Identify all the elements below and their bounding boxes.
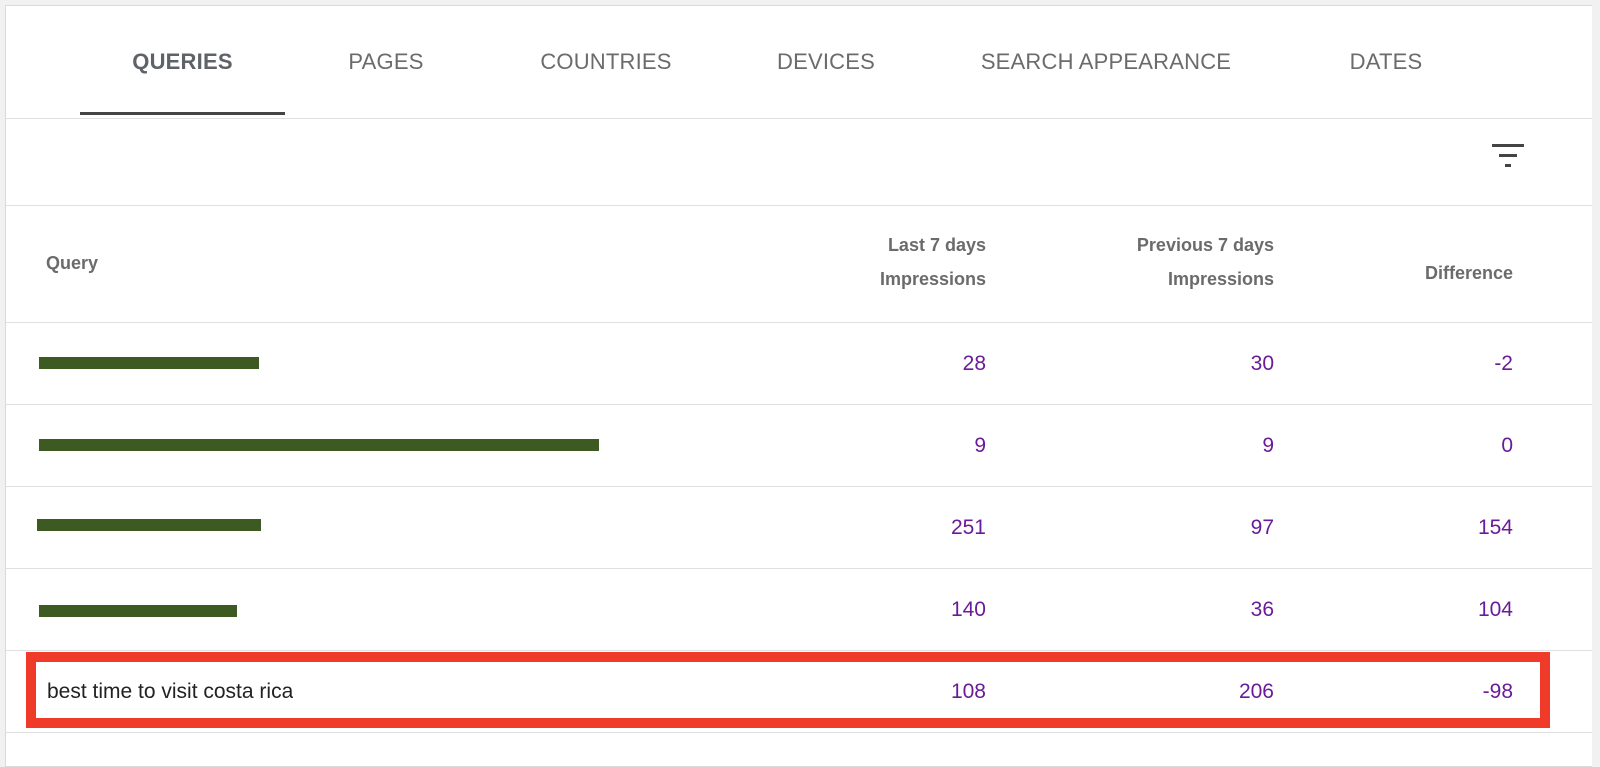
prev7-impressions-cell: 30	[1250, 352, 1274, 375]
redaction-bar	[39, 439, 599, 451]
prev7-impressions-cell: 97	[1250, 516, 1274, 539]
active-tab-indicator	[80, 112, 285, 115]
tab-queries[interactable]: QUERIES	[80, 6, 285, 118]
redaction-bar	[37, 519, 261, 531]
table-row[interactable]: 140 36 104	[6, 569, 1592, 651]
tab-pages[interactable]: PAGES	[306, 6, 466, 118]
difference-cell: 0	[1501, 434, 1513, 457]
column-header-last7-line2[interactable]: Impressions	[786, 262, 986, 296]
column-header-difference[interactable]: Difference	[1306, 256, 1513, 290]
difference-cell: -2	[1494, 352, 1513, 375]
last7-impressions-cell: 9	[974, 434, 986, 457]
prev7-impressions-cell: 9	[1262, 434, 1274, 457]
difference-cell: 104	[1477, 598, 1513, 621]
table-row[interactable]: 28 30 -2	[6, 323, 1592, 405]
last7-impressions-cell: 251	[950, 516, 986, 539]
tab-dates[interactable]: DATES	[1306, 6, 1466, 118]
prev7-impressions-cell: 36	[1250, 598, 1274, 621]
tab-search-appearance[interactable]: SEARCH APPEARANCE	[956, 6, 1256, 118]
difference-cell: 154	[1477, 516, 1513, 539]
filter-list-icon[interactable]	[1492, 144, 1524, 170]
column-header-prev7-line2[interactable]: Impressions	[1036, 262, 1274, 296]
column-header-last7-line1[interactable]: Last 7 days	[786, 228, 986, 262]
redaction-bar	[39, 357, 259, 369]
filter-bar	[6, 119, 1592, 206]
last7-impressions-cell: 28	[962, 352, 986, 375]
table-row[interactable]: 9 9 0	[6, 405, 1592, 487]
report-tabs: QUERIES PAGES COUNTRIES DEVICES SEARCH A…	[6, 6, 1592, 119]
column-header-prev7-line1[interactable]: Previous 7 days	[1036, 228, 1274, 262]
column-header-query[interactable]: Query	[46, 246, 98, 280]
last7-impressions-cell: 140	[950, 598, 986, 621]
redaction-bar	[39, 605, 237, 617]
highlight-box	[26, 652, 1550, 728]
tab-devices[interactable]: DEVICES	[741, 6, 911, 118]
table-header: Query Last 7 days Impressions Previous 7…	[6, 206, 1592, 323]
tab-countries[interactable]: COUNTRIES	[506, 6, 706, 118]
table-row[interactable]: 251 97 154	[6, 487, 1592, 569]
